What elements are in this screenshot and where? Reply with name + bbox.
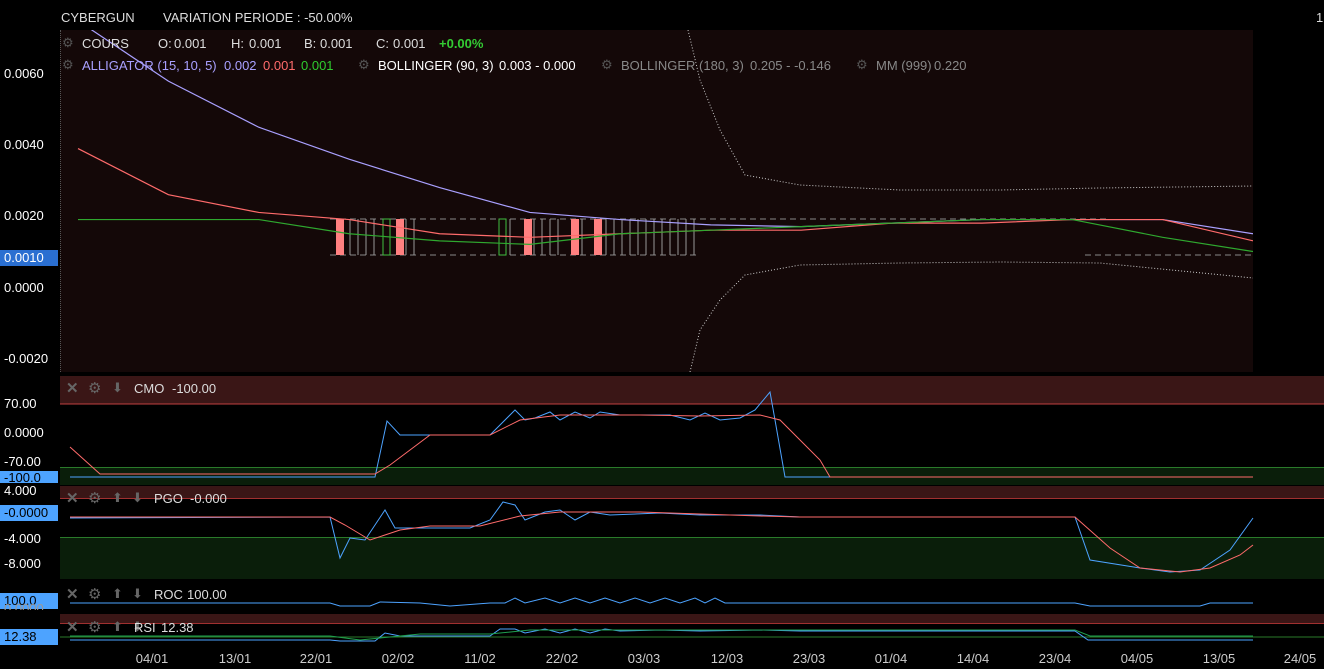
pgo-signal-line (70, 511, 1254, 573)
alligator-lips-value: 0.001 (301, 58, 334, 73)
candle-red (336, 219, 344, 255)
gear-icon[interactable]: ⚙ (358, 57, 370, 73)
arrow-up-icon[interactable]: ⬆ (112, 586, 123, 602)
arrow-up-icon[interactable]: ⬆ (112, 619, 123, 635)
x-tick-7: 12/03 (710, 651, 744, 666)
arrow-up-icon[interactable]: ⬆ (112, 490, 123, 506)
cmo-current-badge: -100.0 (0, 471, 58, 483)
gear-icon[interactable]: ⚙ (856, 57, 868, 73)
close-icon[interactable]: ✕ (66, 585, 79, 603)
open-value: 0.001 (174, 36, 207, 51)
bollinger1-value: 0.003 - 0.000 (499, 58, 576, 73)
pgo-current-badge: -0.0000 (0, 505, 58, 521)
pgo-value: -0.000 (190, 491, 227, 506)
gear-icon[interactable]: ⚙ (88, 618, 101, 636)
alligator-jaw-line (90, 30, 1253, 235)
bollinger-upper-band (687, 30, 1253, 191)
pgo-header: ✕ ⚙ ⬆ ⬇ PGO -0.000 (60, 489, 1324, 515)
cmo-tick-0: 70.00 (4, 396, 37, 411)
bollinger-lower-band (689, 261, 1253, 372)
mm-value: 0.220 (934, 58, 967, 73)
close-label: C: (376, 36, 389, 51)
alligator-teeth-line (77, 148, 1253, 242)
open-label: O: (158, 36, 172, 51)
rsi-value: 12.38 (161, 620, 194, 635)
x-tick-12: 04/05 (1120, 651, 1154, 666)
cours-label: COURS (82, 36, 129, 51)
chart-svg (60, 30, 1324, 642)
high-value: 0.001 (249, 36, 282, 51)
close-value: 0.001 (393, 36, 426, 51)
arrow-down-icon[interactable]: ⬇ (112, 380, 123, 396)
high-label: H: (231, 36, 244, 51)
x-tick-4: 11/02 (464, 651, 496, 666)
arrow-down-icon[interactable]: ⬇ (132, 586, 143, 602)
roc-label: ROC (154, 587, 183, 602)
alligator-lips-line (78, 218, 1253, 253)
bollinger1-label: BOLLINGER (90, 3) (378, 58, 494, 73)
gear-icon[interactable]: ⚙ (88, 585, 101, 603)
cmo-label: CMO (134, 381, 165, 396)
cmo-signal-line (69, 414, 1253, 478)
cmo-tick-2: -70.00 (4, 454, 41, 469)
bollinger2-value: 0.205 - -0.146 (750, 58, 831, 73)
y-tick-1: 0.0040 (4, 137, 44, 152)
gear-icon[interactable]: ⚙ (88, 489, 101, 507)
pgo-tick-1: -4.000 (4, 531, 41, 546)
gear-icon[interactable]: ⚙ (62, 57, 74, 73)
gear-icon[interactable]: ⚙ (601, 57, 613, 73)
bollinger2-label: BOLLINGER (180, 3) (621, 58, 744, 73)
change-percent: +0.00% (439, 36, 484, 51)
x-tick-13: 13/05 (1202, 651, 1236, 666)
roc-header: ✕ ⚙ ⬆ ⬇ ROC 100.00 (60, 585, 1324, 611)
x-tick-1: 13/01 (218, 651, 252, 666)
cmo-tick-1: 0.0000 (4, 425, 44, 440)
candle-green (498, 218, 507, 256)
gear-icon[interactable]: ⚙ (88, 379, 101, 397)
x-tick-10: 14/04 (956, 651, 990, 666)
x-tick-11: 23/04 (1038, 651, 1072, 666)
mm-label: MM (999) (876, 58, 932, 73)
x-tick-6: 03/03 (627, 651, 661, 666)
rsi-header: ✕ ⚙ ⬆ ⬇ RSI 12.38 (60, 618, 1324, 644)
arrow-down-icon[interactable]: ⬇ (132, 490, 143, 506)
y-tick-4: -0.0020 (4, 351, 49, 366)
close-icon[interactable]: ✕ (66, 379, 79, 397)
alligator-label: ALLIGATOR (15, 10, 5) (82, 58, 217, 73)
roc-tick-0: 0.0000 (4, 601, 44, 610)
roc-value: 100.00 (187, 587, 227, 602)
candle-red (571, 219, 579, 255)
cmo-header: ✕ ⚙ ⬇ CMO -100.00 (60, 379, 1324, 405)
main-series-layer (77, 30, 1253, 372)
y-tick-0: 0.0060 (4, 66, 44, 81)
x-tick-8: 23/03 (792, 651, 826, 666)
x-tick-14: 24/05 (1283, 651, 1317, 666)
x-tick-9: 01/04 (874, 651, 908, 666)
low-label: B: (304, 36, 317, 51)
cmo-value: -100.00 (172, 381, 217, 396)
alligator-teeth-value: 0.001 (263, 58, 296, 73)
close-icon[interactable]: ✕ (66, 618, 79, 636)
pgo-tick-2: -8.000 (4, 556, 41, 571)
alligator-jaw-value: 0.002 (224, 58, 257, 73)
x-tick-2: 22/01 (299, 651, 333, 666)
gear-icon[interactable]: ⚙ (62, 35, 74, 51)
close-icon[interactable]: ✕ (66, 489, 79, 507)
y-tick-2: 0.0020 (4, 208, 44, 223)
current-price-badge: 0.0010 (0, 250, 58, 266)
pgo-label: PGO (154, 491, 183, 506)
y-tick-3: 0.0000 (4, 280, 44, 295)
rsi-label: RSI (134, 620, 156, 635)
x-tick-0: 04/01 (135, 651, 169, 666)
pgo-tick-0: 4.000 (4, 483, 37, 498)
x-tick-5: 22/02 (545, 651, 579, 666)
x-tick-3: 02/02 (381, 651, 415, 666)
rsi-current-badge: 12.38 (0, 629, 58, 645)
low-value: 0.001 (320, 36, 353, 51)
